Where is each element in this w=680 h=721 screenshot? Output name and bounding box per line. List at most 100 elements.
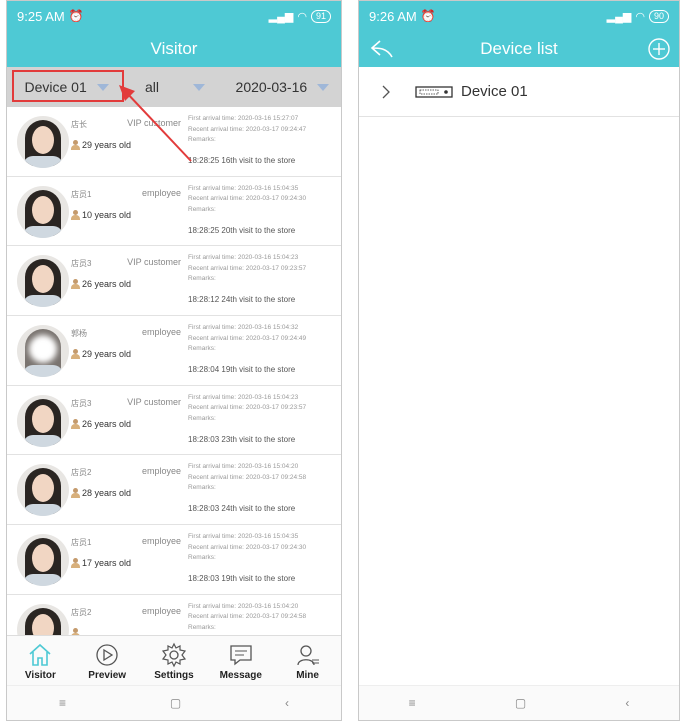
remarks: Remarks: bbox=[188, 414, 216, 422]
visitor-age: 10 years old bbox=[71, 209, 132, 220]
visit-count: 18:28:25 20th visit to the store bbox=[188, 225, 296, 235]
visitor-role: employee bbox=[141, 327, 181, 338]
add-device-icon[interactable] bbox=[647, 37, 671, 61]
signal-icon: ▂▄▆ bbox=[268, 10, 294, 23]
device-list-item[interactable]: Device 01 bbox=[359, 67, 679, 117]
visitor-list[interactable]: 店长 VIP customer 29 years old First arrival … bbox=[7, 107, 341, 635]
wifi-icon: ◠ bbox=[635, 10, 645, 23]
play-icon bbox=[96, 644, 118, 666]
avatar bbox=[17, 464, 69, 517]
avatar-body bbox=[23, 156, 63, 168]
avatar bbox=[17, 603, 69, 635]
tab-label: Message bbox=[219, 670, 262, 681]
system-nav-bar: ≡ ▢ ‹ bbox=[7, 685, 341, 720]
recent-arrival: Recent arrival time: 2020-03-17 09:23:57 bbox=[188, 264, 307, 272]
avatar bbox=[17, 394, 69, 447]
tab-settings[interactable]: Settings bbox=[141, 636, 208, 687]
visitor-row[interactable]: 店员1 employee 17 years old First arrival tim… bbox=[7, 525, 341, 595]
visitor-row[interactable]: 郭杨 employee 29 years old First arrival time… bbox=[7, 316, 341, 386]
visitor-row[interactable]: 店长 VIP customer 29 years old First arrival … bbox=[7, 107, 341, 177]
visitor-name: 郭杨 bbox=[71, 329, 87, 339]
age-text: 26 years old bbox=[82, 418, 132, 429]
visitor-row[interactable]: 店员1 employee 10 years old First arrival tim… bbox=[7, 176, 341, 247]
menu-nav-button[interactable]: ≡ bbox=[59, 696, 66, 710]
person-icon bbox=[71, 140, 80, 150]
tab-preview[interactable]: Preview bbox=[74, 636, 141, 687]
visitor-role: VIP customer bbox=[127, 118, 181, 128]
age-text: 17 years old bbox=[82, 558, 132, 569]
person-icon bbox=[71, 627, 80, 635]
visitor-age: 29 years old bbox=[71, 349, 132, 360]
remarks: Remarks: bbox=[188, 484, 216, 492]
visitor-role: VIP customer bbox=[127, 396, 181, 407]
tab-label: Settings bbox=[154, 670, 194, 681]
page-title: Device list bbox=[480, 39, 558, 58]
device-filter-dropdown[interactable]: Device 01 bbox=[7, 67, 126, 107]
tab-label: Visitor bbox=[24, 670, 56, 681]
date-filter-dropdown[interactable]: 2020-03-16 bbox=[224, 67, 341, 107]
nvr-device-icon bbox=[415, 85, 453, 98]
visitor-name: 店员2 bbox=[71, 468, 92, 478]
arrival-info: First arrival time: 2020-03-16 15:04:23 R… bbox=[188, 393, 338, 425]
home-nav-button[interactable]: ▢ bbox=[170, 696, 181, 710]
status-icons: ▂▄▆ ◠ 90 bbox=[607, 9, 669, 23]
remarks: Remarks: bbox=[188, 623, 216, 631]
visit-count: 18:28:25 16th visit to the store bbox=[188, 156, 296, 165]
user-icon bbox=[296, 645, 319, 666]
visitor-age bbox=[71, 627, 82, 635]
device-name: Device 01 bbox=[461, 83, 528, 100]
arrival-info: First arrival time: 2020-03-16 15:04:35 R… bbox=[188, 184, 338, 216]
type-filter-dropdown[interactable]: all bbox=[126, 67, 223, 107]
visitor-role: employee bbox=[141, 605, 181, 616]
avatar bbox=[17, 534, 69, 587]
first-arrival: First arrival time: 2020-03-16 15:04:32 bbox=[188, 324, 299, 332]
recent-arrival: Recent arrival time: 2020-03-17 09:24:58 bbox=[188, 473, 307, 481]
arrival-info: First arrival time: 2020-03-16 15:27:07 R… bbox=[188, 114, 338, 146]
first-arrival: First arrival time: 2020-03-16 15:04:35 bbox=[188, 533, 299, 541]
home-nav-button[interactable]: ▢ bbox=[515, 696, 526, 710]
visitor-name: 店员1 bbox=[71, 538, 92, 548]
age-text: 29 years old bbox=[82, 349, 132, 360]
visitor-role: VIP customer bbox=[127, 257, 181, 268]
avatar-face bbox=[32, 404, 54, 433]
recent-arrival: Recent arrival time: 2020-03-17 09:24:30 bbox=[188, 543, 307, 551]
avatar-body bbox=[23, 504, 63, 517]
visitor-row[interactable]: 店员2 employee First arrival time: 2020-03-1… bbox=[7, 594, 341, 635]
dropdown-arrow-icon bbox=[317, 83, 330, 91]
type-filter-label: all bbox=[144, 79, 159, 95]
visitor-row[interactable]: 店员3 VIP customer 26 years old First arrival… bbox=[7, 385, 341, 456]
menu-nav-button[interactable]: ≡ bbox=[409, 696, 416, 710]
visitor-role: employee bbox=[141, 466, 181, 477]
visitor-role: employee bbox=[141, 536, 181, 547]
visitor-age: 26 years old bbox=[71, 279, 131, 290]
recent-arrival: Recent arrival time: 2020-03-17 09:23:57 bbox=[188, 404, 307, 412]
remarks: Remarks: bbox=[188, 345, 216, 353]
recent-arrival: Recent arrival time: 2020-03-17 09:24:47 bbox=[188, 125, 307, 133]
tab-message[interactable]: Message bbox=[207, 636, 274, 687]
wifi-icon: ◠ bbox=[297, 10, 307, 23]
back-arrow-icon[interactable] bbox=[369, 38, 395, 60]
remarks: Remarks: bbox=[188, 205, 216, 213]
status-bar: 9:26 AM ⏰ ▂▄▆ ◠ 90 bbox=[359, 1, 679, 31]
device-filter-label: Device 01 bbox=[24, 79, 87, 95]
visitor-name: 店员3 bbox=[71, 259, 92, 269]
age-text: 28 years old bbox=[82, 488, 132, 499]
page-title: Visitor bbox=[150, 39, 198, 58]
visitor-name: 店长 bbox=[71, 120, 87, 129]
back-nav-button[interactable]: ‹ bbox=[625, 696, 629, 710]
visit-count: 18:28:03 24th visit to the store bbox=[188, 504, 296, 514]
back-nav-button[interactable]: ‹ bbox=[285, 696, 289, 710]
title-bar: Device list bbox=[359, 31, 679, 67]
avatar-face bbox=[32, 195, 54, 224]
visitor-row[interactable]: 店员3 VIP customer 26 years old First arrival… bbox=[7, 246, 341, 317]
age-text: 10 years old bbox=[82, 209, 132, 220]
recent-arrival: Recent arrival time: 2020-03-17 09:24:30 bbox=[188, 195, 307, 203]
remarks: Remarks: bbox=[188, 136, 216, 143]
tab-mine[interactable]: Mine bbox=[274, 636, 341, 687]
tab-visitor[interactable]: Visitor bbox=[7, 636, 74, 687]
chevron-right-icon[interactable] bbox=[379, 85, 393, 99]
arrival-info: First arrival time: 2020-03-16 15:04:20 R… bbox=[188, 602, 338, 634]
visitor-row[interactable]: 店员2 employee 28 years old First arrival tim… bbox=[7, 455, 341, 526]
status-icons: ▂▄▆ ◠ 91 bbox=[268, 9, 331, 23]
remarks: Remarks: bbox=[188, 275, 216, 283]
